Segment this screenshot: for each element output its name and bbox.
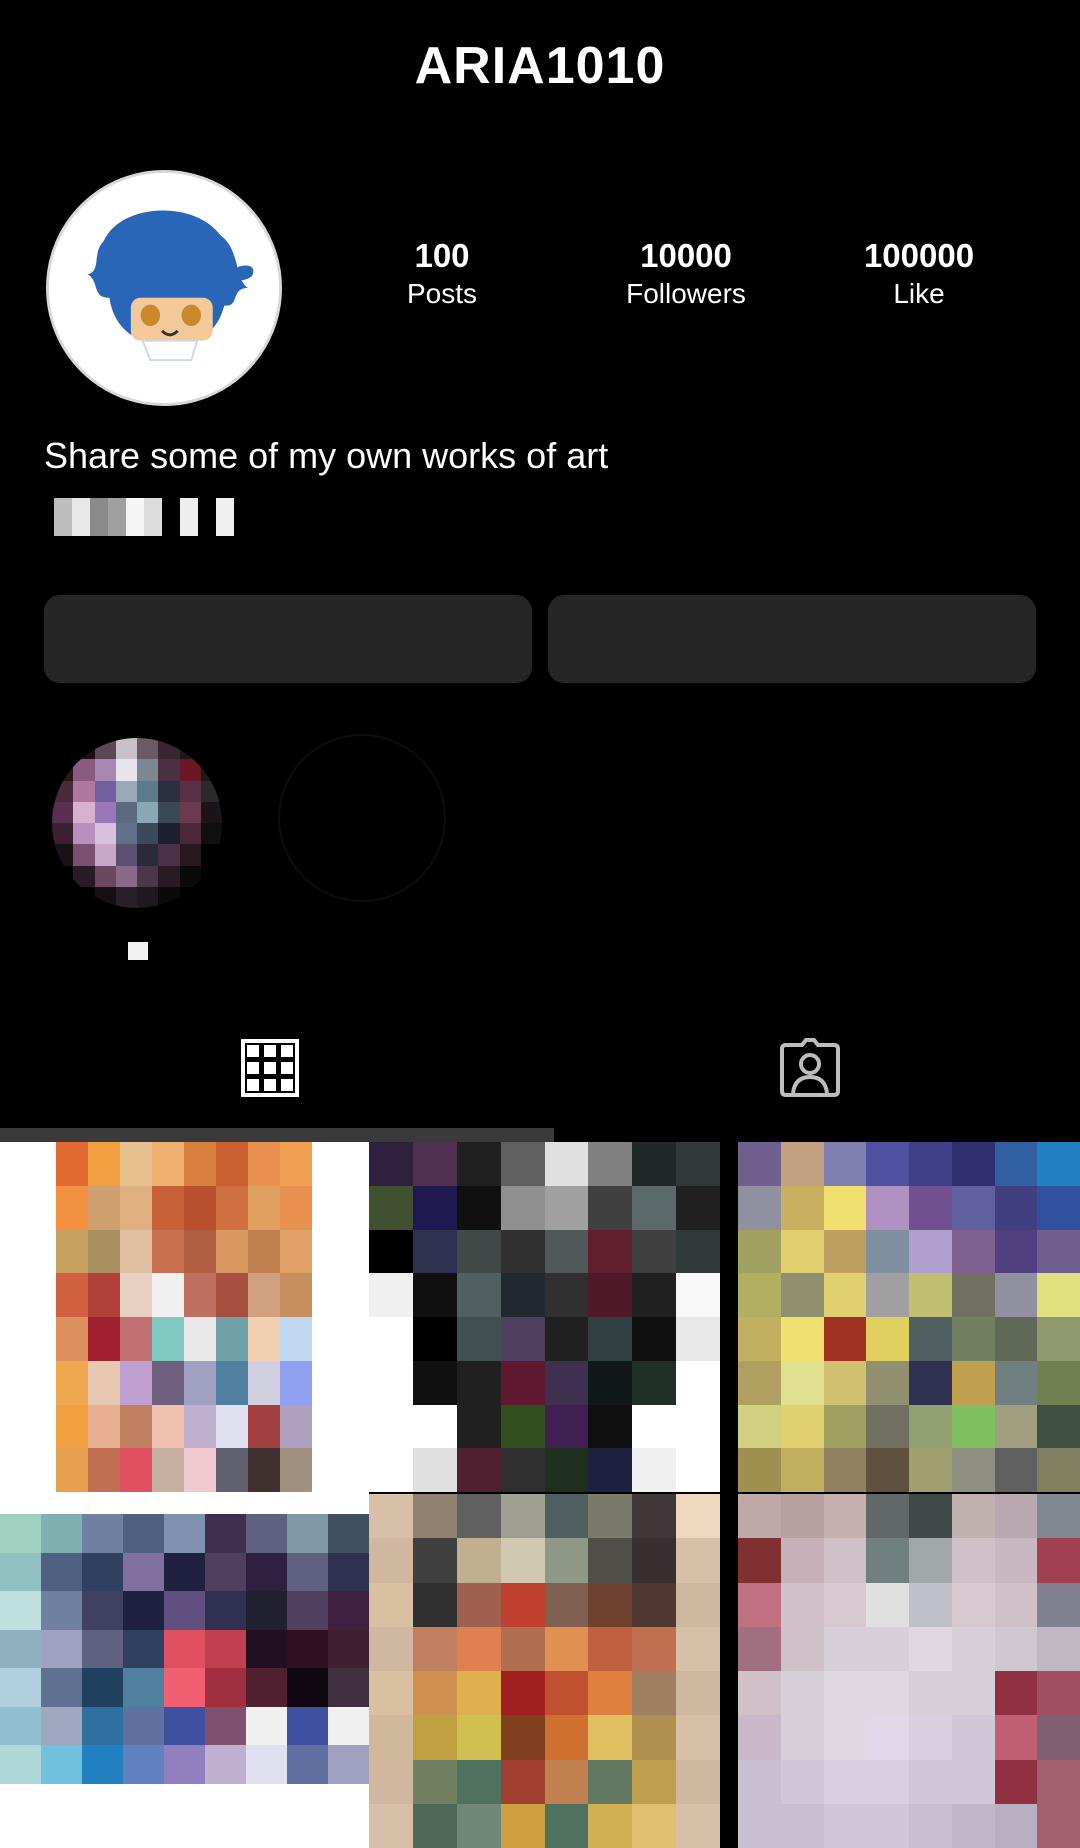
stat-likes-label: Like — [893, 278, 945, 309]
post-tile[interactable] — [738, 1142, 1080, 1492]
edit-profile-button[interactable] — [44, 595, 532, 683]
tab-posts[interactable] — [230, 1028, 310, 1108]
stat-posts-label: Posts — [406, 278, 478, 309]
stat-likes-count: 100000 — [863, 237, 975, 274]
post-image — [0, 1514, 369, 1784]
highlight-cover — [52, 738, 222, 908]
share-profile-button[interactable] — [548, 595, 1036, 683]
page-title: ARIA1010 — [414, 37, 666, 95]
new-highlight-button[interactable] — [278, 734, 446, 902]
stat-posts[interactable]: 100 Posts — [342, 236, 542, 312]
post-image — [369, 1494, 720, 1848]
stat-likes[interactable]: 100000 Like — [819, 236, 1019, 312]
stat-followers[interactable]: 10000 Followers — [586, 236, 786, 312]
post-image — [738, 1142, 1080, 1492]
post-tile[interactable] — [0, 1492, 369, 1848]
story-highlight[interactable] — [52, 738, 222, 908]
post-tile[interactable] — [369, 1494, 720, 1848]
stat-posts-count: 100 — [414, 237, 470, 274]
avatar[interactable] — [46, 170, 282, 406]
post-tile[interactable] — [369, 1142, 720, 1492]
post-tile[interactable] — [0, 1142, 369, 1492]
bio-redacted-text — [54, 498, 234, 536]
post-image — [738, 1494, 1080, 1848]
post-image — [369, 1142, 720, 1492]
tab-indicator — [0, 1128, 554, 1142]
post-tile[interactable] — [738, 1494, 1080, 1848]
tab-tagged[interactable] — [770, 1028, 850, 1108]
stat-followers-label: Followers — [626, 278, 746, 309]
profile-bio: Share some of my own works of art — [44, 435, 609, 476]
grid-icon — [241, 1039, 299, 1097]
tagged-person-icon — [780, 1038, 840, 1097]
posts-grid — [0, 1142, 1080, 1848]
post-image — [56, 1142, 312, 1492]
stat-followers-count: 10000 — [640, 237, 732, 274]
avatar-illustration — [49, 173, 279, 403]
highlight-label — [128, 942, 148, 960]
